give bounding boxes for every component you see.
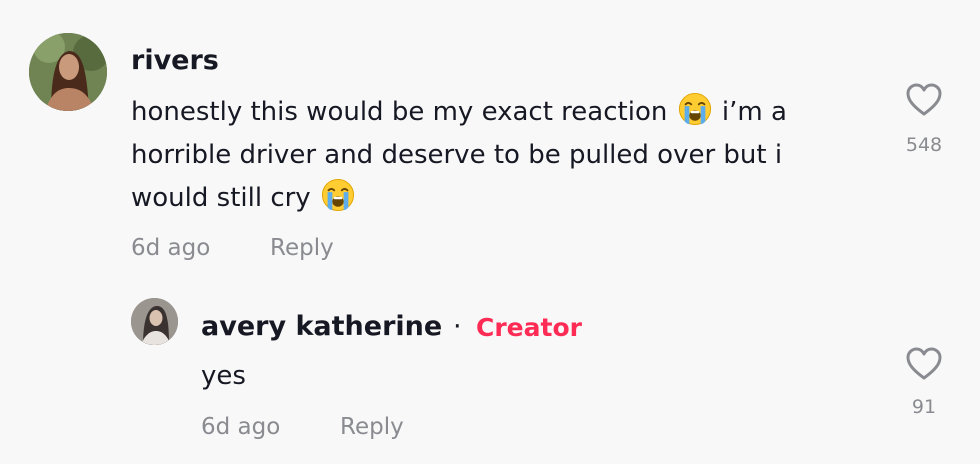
comment-text-line2: horrible driver and deserve to be pulled… <box>131 140 783 170</box>
creator-badge: Creator <box>476 313 582 342</box>
like-button[interactable]: 548 <box>889 82 959 156</box>
comment-username[interactable]: rivers <box>131 45 219 77</box>
comment-date: 6d ago <box>131 235 211 261</box>
avatar-image <box>29 33 107 111</box>
avatar-image <box>131 298 178 345</box>
comment-text: honestly this would be my exact reaction… <box>131 91 831 220</box>
comment-text-line1a: honestly this would be my exact reaction <box>131 97 668 127</box>
comment-text-line1b: i’m a <box>721 97 787 127</box>
avatar[interactable] <box>29 33 107 111</box>
reply-button[interactable]: Reply <box>340 412 404 442</box>
like-count: 548 <box>905 134 943 156</box>
comments-section: rivers honestly this would be my exact r… <box>0 0 980 464</box>
loudly-crying-face-icon <box>321 178 355 212</box>
like-count: 91 <box>911 396 937 418</box>
like-button[interactable]: 91 <box>889 346 959 418</box>
reply-text: yes <box>201 361 246 391</box>
heart-icon <box>906 347 942 380</box>
reply-button[interactable]: Reply <box>270 233 334 263</box>
reply-username[interactable]: avery katherine <box>201 311 442 343</box>
reply-date: 6d ago <box>201 414 281 440</box>
heart-icon <box>906 83 942 116</box>
comment-text-line3: would still cry <box>131 183 311 213</box>
avatar[interactable] <box>131 298 178 345</box>
loudly-crying-face-icon <box>678 92 712 126</box>
separator-dot: · <box>453 311 462 342</box>
